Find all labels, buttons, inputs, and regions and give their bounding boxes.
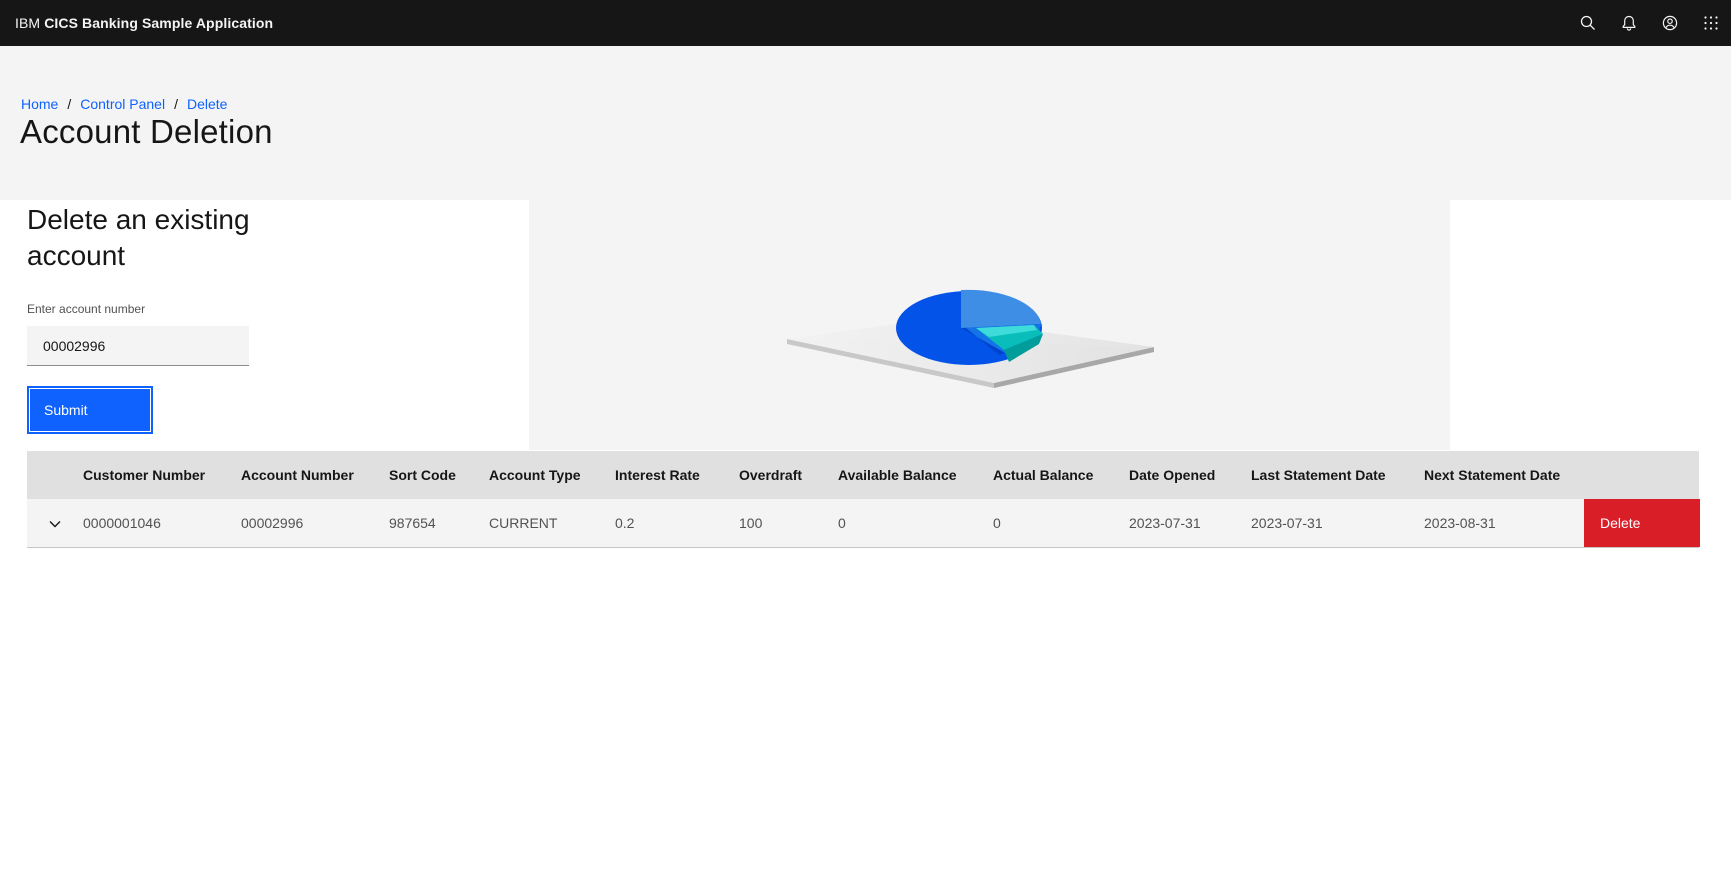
cell-available-balance: 0 (838, 515, 846, 531)
column-header-account-type[interactable]: Account Type (489, 451, 615, 499)
breadcrumb: Home / Control Panel / Delete (21, 96, 227, 112)
account-number-input[interactable] (27, 326, 249, 366)
page-title: Account Deletion (20, 113, 273, 150)
page-header-area: Home / Control Panel / Delete Account De… (0, 46, 1731, 200)
column-header-customer-number[interactable]: Customer Number (83, 451, 241, 499)
breadcrumb-separator: / (67, 96, 72, 112)
account-number-label: Enter account number (27, 302, 146, 316)
account-table-container: Customer Number Account Number Sort Code… (27, 451, 1700, 548)
column-header-interest-rate[interactable]: Interest Rate (615, 451, 739, 499)
search-icon (1580, 15, 1595, 30)
column-header-next-statement-date[interactable]: Next Statement Date (1424, 451, 1584, 499)
column-header-available-balance[interactable]: Available Balance (838, 451, 993, 499)
column-header-expand (27, 451, 83, 499)
brand-name: CICS Banking Sample Application (44, 15, 274, 31)
chart-illustration-image (787, 289, 1154, 388)
cell-account-number: 00002996 (241, 515, 304, 531)
expand-cell (27, 499, 83, 548)
user-profile-button[interactable] (1649, 0, 1690, 46)
cell-sort-code: 987654 (389, 515, 436, 531)
column-header-account-number[interactable]: Account Number (241, 451, 389, 499)
column-header-last-statement-date[interactable]: Last Statement Date (1251, 451, 1424, 499)
cell-account-type: CURRENT (489, 515, 558, 531)
cell-interest-rate: 0.2 (615, 515, 635, 531)
column-header-actual-balance[interactable]: Actual Balance (993, 451, 1129, 499)
notification-icon (1622, 15, 1635, 31)
column-header-actions (1584, 451, 1699, 499)
app-header: IBM CICS Banking Sample Application (0, 0, 1731, 46)
cell-customer-number: 0000001046 (83, 515, 161, 531)
column-header-date-opened[interactable]: Date Opened (1129, 451, 1251, 499)
user-avatar-icon (1662, 15, 1677, 31)
cell-actual-balance: 0 (993, 515, 1001, 531)
app-switcher-icon (1703, 16, 1718, 30)
search-button[interactable] (1567, 0, 1608, 46)
app-switcher-button[interactable] (1690, 0, 1731, 46)
breadcrumb-control-panel[interactable]: Control Panel (80, 96, 165, 112)
form-title: Delete an existing account (27, 204, 250, 271)
table-header-row: Customer Number Account Number Sort Code… (27, 451, 1699, 499)
cell-actions: Delete (1584, 499, 1700, 548)
breadcrumb-home[interactable]: Home (21, 96, 58, 112)
cell-date-opened: 2023-07-31 (1129, 515, 1201, 531)
cell-next-statement-date: 2023-08-31 (1424, 515, 1496, 531)
brand-prefix: IBM (15, 15, 41, 31)
notification-button[interactable] (1608, 0, 1649, 46)
delete-button[interactable]: Delete (1584, 499, 1700, 547)
cell-last-statement-date: 2023-07-31 (1251, 515, 1323, 531)
submit-button[interactable]: Submit (27, 386, 153, 434)
header-actions (1567, 0, 1731, 46)
pie-chart-illustration (529, 200, 1450, 450)
account-table: Customer Number Account Number Sort Code… (27, 451, 1700, 548)
breadcrumb-delete[interactable]: Delete (187, 96, 227, 112)
column-header-sort-code[interactable]: Sort Code (389, 451, 489, 499)
column-header-overdraft[interactable]: Overdraft (739, 451, 838, 499)
table-row: 0000001046 00002996 987654 CURRENT 0.2 1… (27, 499, 1700, 548)
chevron-down-icon (49, 520, 61, 527)
app-brand[interactable]: IBM CICS Banking Sample Application (15, 15, 273, 31)
breadcrumb-separator: / (174, 96, 178, 112)
cell-overdraft: 100 (739, 515, 763, 531)
expand-row-button[interactable] (47, 516, 63, 532)
